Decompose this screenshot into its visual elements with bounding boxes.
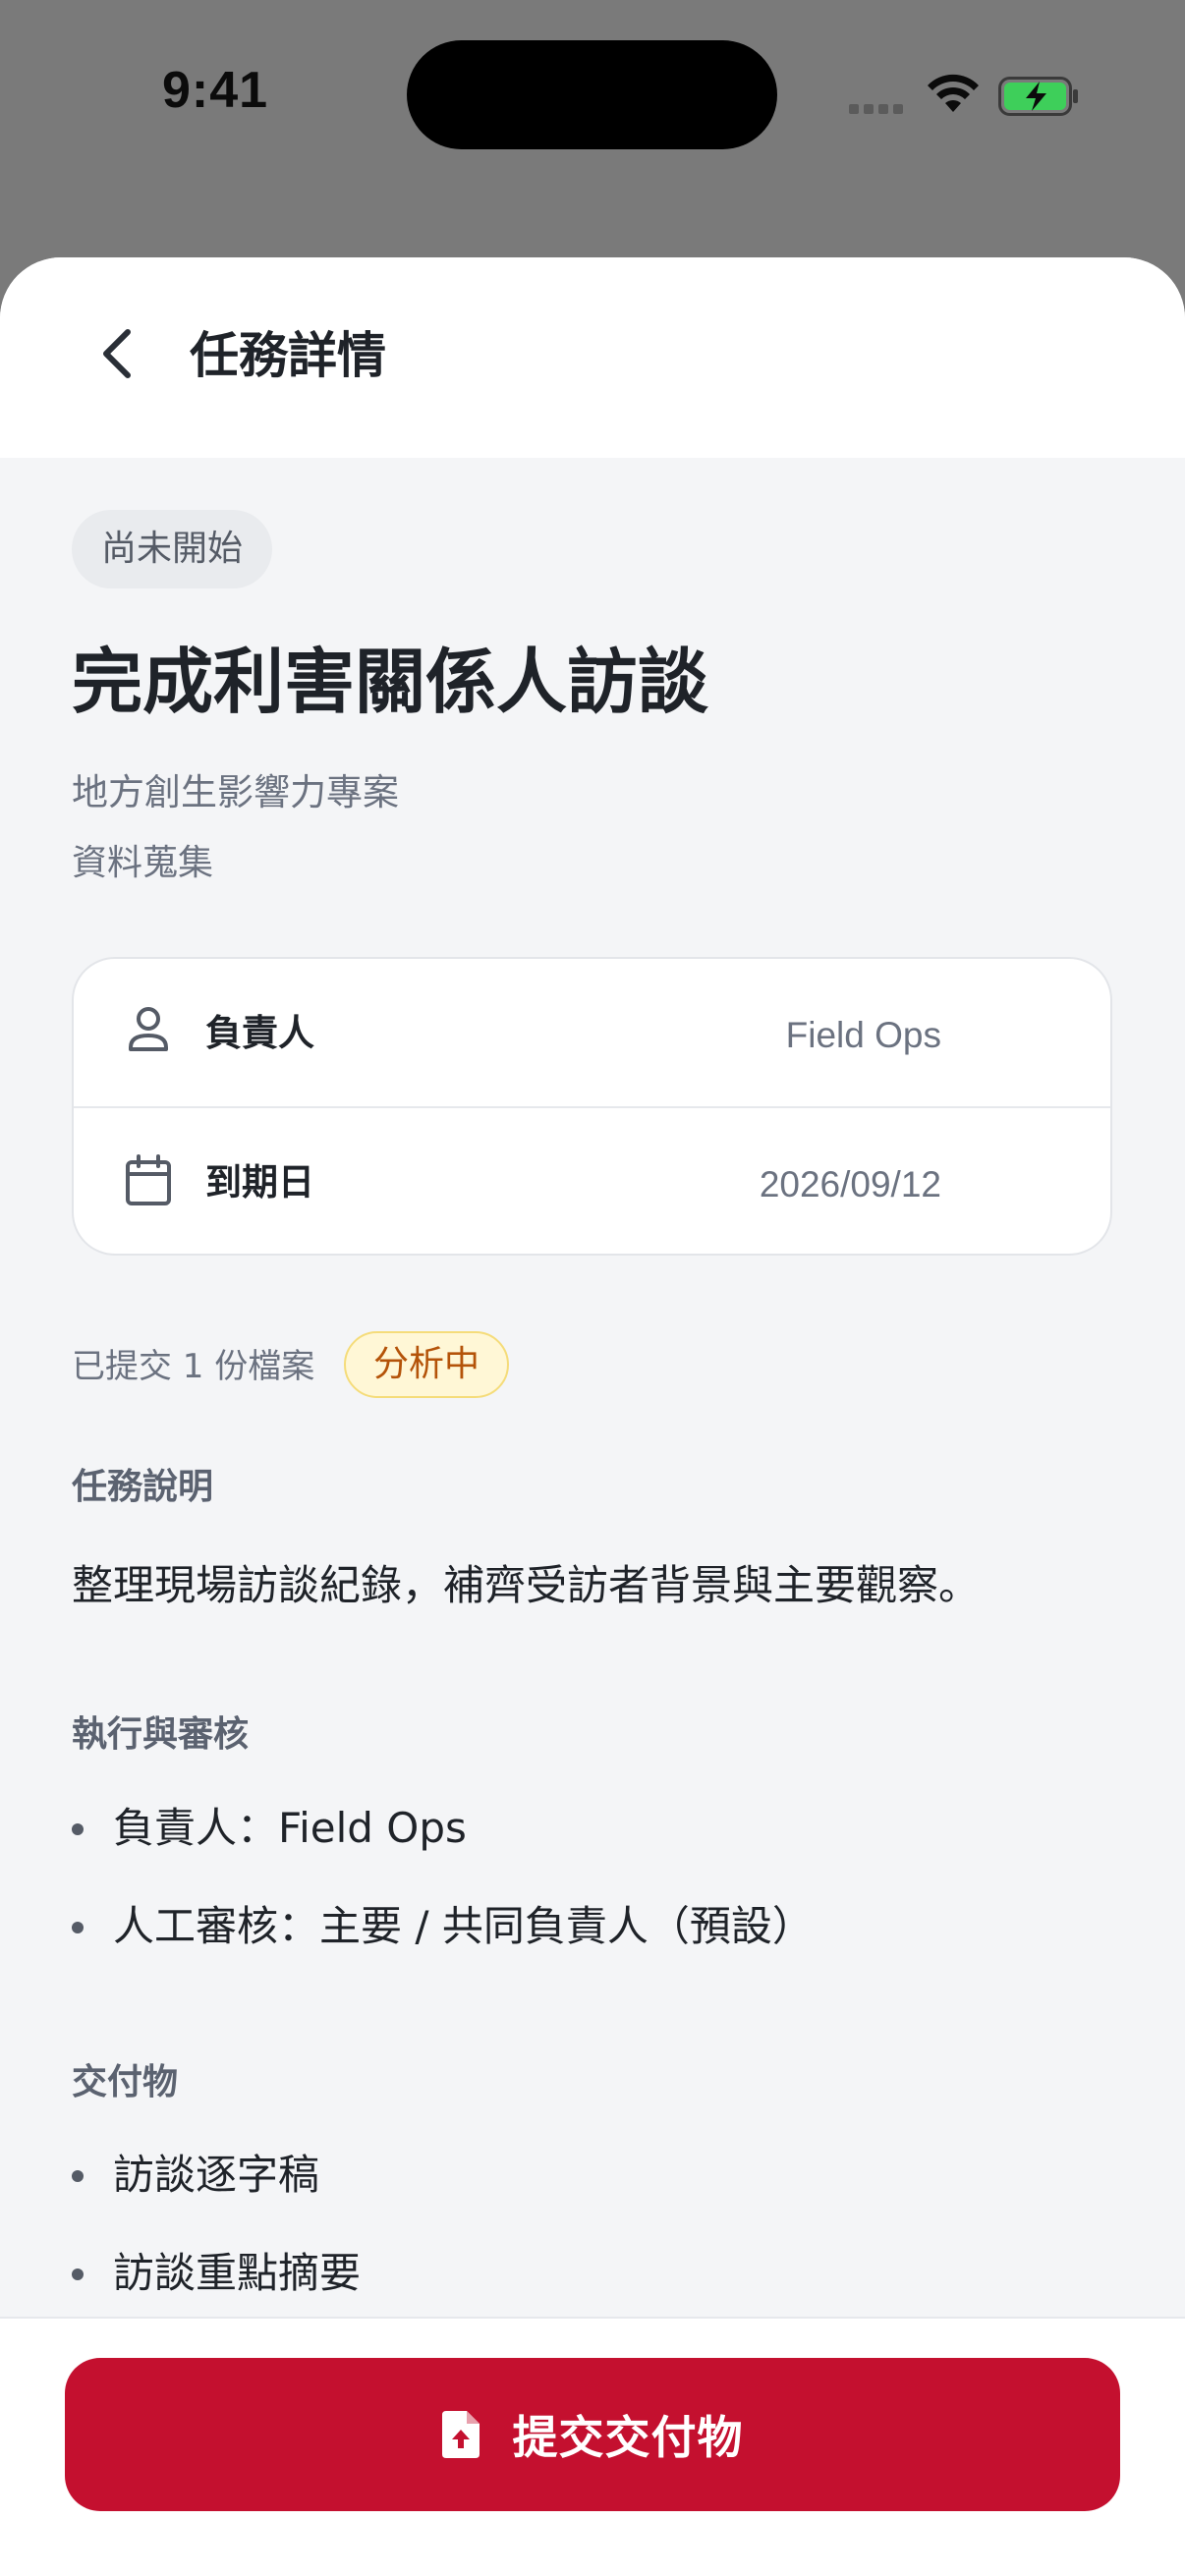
info-card: 負責人 Field Ops 到期日 2026/09/12	[72, 957, 1112, 1256]
info-value-assignee: Field Ops	[785, 1015, 941, 1055]
bullet-dot	[72, 1922, 84, 1933]
info-label-due-date: 到期日	[205, 1161, 314, 1204]
info-row-due-date: 到期日 2026/09/12	[74, 1108, 1110, 1258]
sheet-header: 任務詳情	[0, 257, 1185, 458]
info-label-assignee: 負責人	[205, 1012, 314, 1054]
status-badge: 尚未開始	[72, 510, 273, 588]
task-detail-sheet: 任務詳情 尚未開始 完成利害關係人訪談 地方創生影響力專案 資料蒐集 負責人 F…	[0, 257, 1185, 2576]
submit-button-label: 提交交付物	[512, 2412, 744, 2463]
description-text: 整理現場訪談紀錄，補齊受訪者背景與主要觀察。	[72, 1561, 981, 1609]
list-item-text: 訪談重點摘要	[113, 2249, 362, 2297]
bullet-dot	[72, 1823, 84, 1835]
project-name: 地方創生影響力專案	[72, 771, 399, 813]
calendar-icon	[126, 1154, 171, 1205]
person-icon	[129, 1007, 168, 1051]
submit-deliverables-button[interactable]: 提交交付物	[65, 2358, 1120, 2511]
chevron-left-icon	[103, 329, 131, 378]
file-upload-icon	[441, 2411, 480, 2458]
list-item-text: 訪談逐字稿	[113, 2151, 320, 2199]
footer-bar: 提交交付物	[0, 2317, 1185, 2576]
analysis-status-badge: 分析中	[344, 1331, 510, 1398]
cellular-signal-icon	[849, 100, 908, 114]
deliverables-heading: 交付物	[72, 2062, 179, 2102]
bullet-dot	[72, 2170, 84, 2182]
battery-charging-icon	[998, 77, 1078, 116]
list-item-text: 負責人：Field Ops	[113, 1804, 467, 1852]
status-bar: 9:41	[0, 0, 1185, 196]
task-title: 完成利害關係人訪談	[72, 641, 709, 723]
submit-button-content: 提交交付物	[65, 2358, 1120, 2511]
submitted-files-text: 已提交 1 份檔案	[72, 1347, 315, 1386]
dynamic-island	[407, 40, 777, 149]
back-button[interactable]	[88, 314, 147, 393]
stage-name: 資料蒐集	[72, 843, 214, 883]
info-value-due-date: 2026/09/12	[759, 1164, 941, 1204]
list-item-text: 人工審核：主要 / 共同負責人（預設）	[113, 1902, 814, 1950]
description-heading: 任務說明	[72, 1467, 214, 1507]
info-row-assignee: 負責人 Field Ops	[74, 959, 1110, 1108]
execution-heading: 執行與審核	[72, 1714, 250, 1755]
wifi-icon	[928, 74, 979, 112]
page-title: 任務詳情	[190, 327, 386, 384]
bullet-dot	[72, 2268, 84, 2280]
status-time: 9:41	[162, 62, 269, 119]
